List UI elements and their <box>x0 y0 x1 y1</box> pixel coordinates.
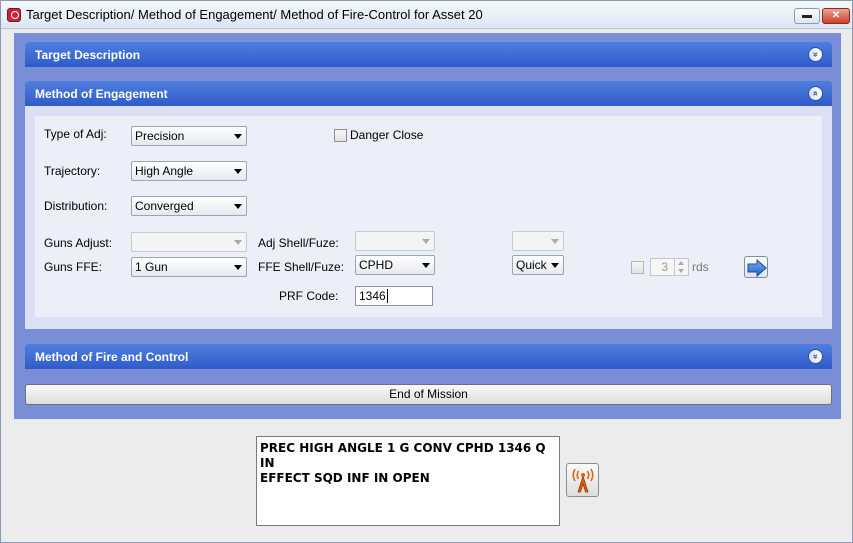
section-method-of-engagement[interactable]: Method of Engagement « <box>25 81 832 106</box>
prf-code-value: 1346 <box>359 289 386 303</box>
trajectory-select[interactable]: High Angle <box>131 161 247 181</box>
dropdown-arrow-icon <box>422 239 430 244</box>
danger-close-label: Danger Close <box>350 128 424 142</box>
ffe-fuze-select[interactable]: Quick <box>512 255 564 275</box>
title-bar[interactable]: Target Description/ Method of Engagement… <box>1 1 852 29</box>
distribution-label: Distribution: <box>44 199 108 213</box>
dropdown-arrow-icon <box>234 134 242 139</box>
rounds-checkbox[interactable] <box>631 261 644 274</box>
ffe-fuze-value: Quick <box>516 258 547 272</box>
ffe-shell-value: CPHD <box>359 258 394 272</box>
guns-adjust-select[interactable] <box>131 232 247 252</box>
app-icon <box>7 8 21 22</box>
distribution-select[interactable]: Converged <box>131 196 247 216</box>
form-panel: Target Description » Method of Engagemen… <box>14 33 841 419</box>
rounds-value: 3 <box>661 260 668 274</box>
spinner-buttons[interactable] <box>674 259 688 275</box>
spin-up-icon[interactable] <box>678 261 684 265</box>
section-method-of-fire-and-control[interactable]: Method of Fire and Control » <box>25 344 832 369</box>
transmit-button[interactable] <box>566 463 599 497</box>
section-title: Method of Engagement <box>35 87 168 101</box>
adj-fuze-select[interactable] <box>512 231 564 251</box>
adj-shell-fuze-label: Adj Shell/Fuze: <box>258 236 339 250</box>
end-of-mission-button[interactable]: End of Mission <box>25 384 832 405</box>
collapse-chevron-icon[interactable]: « <box>808 86 823 101</box>
window-title: Target Description/ Method of Engagement… <box>26 7 483 22</box>
rounds-spinner[interactable]: 3 <box>650 258 689 276</box>
expand-chevron-icon[interactable]: » <box>808 349 823 364</box>
prf-code-input[interactable]: 1346 <box>355 286 433 306</box>
dropdown-arrow-icon <box>422 263 430 268</box>
radio-tower-icon <box>572 468 594 493</box>
arrow-right-icon <box>747 258 767 278</box>
dropdown-arrow-icon <box>234 240 242 245</box>
engagement-form: Type of Adj: Precision Danger Close Traj… <box>35 116 822 317</box>
dropdown-arrow-icon <box>234 169 242 174</box>
spin-down-icon[interactable] <box>678 269 684 273</box>
section-title: Method of Fire and Control <box>35 350 189 364</box>
distribution-value: Converged <box>135 199 194 213</box>
guns-ffe-select[interactable]: 1 Gun <box>131 257 247 277</box>
dropdown-arrow-icon <box>551 263 559 268</box>
text-cursor <box>386 289 388 303</box>
minimize-button[interactable]: ▬ <box>794 8 820 24</box>
type-of-adj-value: Precision <box>135 129 185 143</box>
adj-shell-select[interactable] <box>355 231 435 251</box>
expand-chevron-icon[interactable]: » <box>808 47 823 62</box>
ffe-shell-fuze-label: FFE Shell/Fuze: <box>258 260 345 274</box>
rounds-unit-label: rds <box>692 260 709 274</box>
ffe-shell-select[interactable]: CPHD <box>355 255 435 275</box>
dropdown-arrow-icon <box>234 265 242 270</box>
dropdown-arrow-icon <box>551 239 559 244</box>
trajectory-value: High Angle <box>135 164 194 178</box>
section-title: Target Description <box>35 48 141 62</box>
message-line: EFFECT SQD INF IN OPEN <box>260 471 430 485</box>
next-button[interactable] <box>744 256 768 278</box>
trajectory-label: Trajectory: <box>44 164 101 178</box>
message-line: PREC HIGH ANGLE 1 G CONV CPHD 1346 Q IN <box>260 441 546 470</box>
engagement-body: Type of Adj: Precision Danger Close Traj… <box>25 106 832 329</box>
dropdown-arrow-icon <box>234 204 242 209</box>
guns-ffe-value: 1 Gun <box>135 260 168 274</box>
guns-adjust-label: Guns Adjust: <box>44 236 113 250</box>
type-of-adj-label: Type of Adj: <box>44 127 107 141</box>
type-of-adj-select[interactable]: Precision <box>131 126 247 146</box>
guns-ffe-label: Guns FFE: <box>44 260 103 274</box>
close-button[interactable]: ✕ <box>822 8 850 24</box>
section-target-description[interactable]: Target Description » <box>25 42 832 67</box>
window: Target Description/ Method of Engagement… <box>0 0 853 543</box>
prf-code-label: PRF Code: <box>279 289 339 303</box>
message-text-area[interactable]: PREC HIGH ANGLE 1 G CONV CPHD 1346 Q IN … <box>256 436 560 526</box>
danger-close-checkbox[interactable] <box>334 129 347 142</box>
